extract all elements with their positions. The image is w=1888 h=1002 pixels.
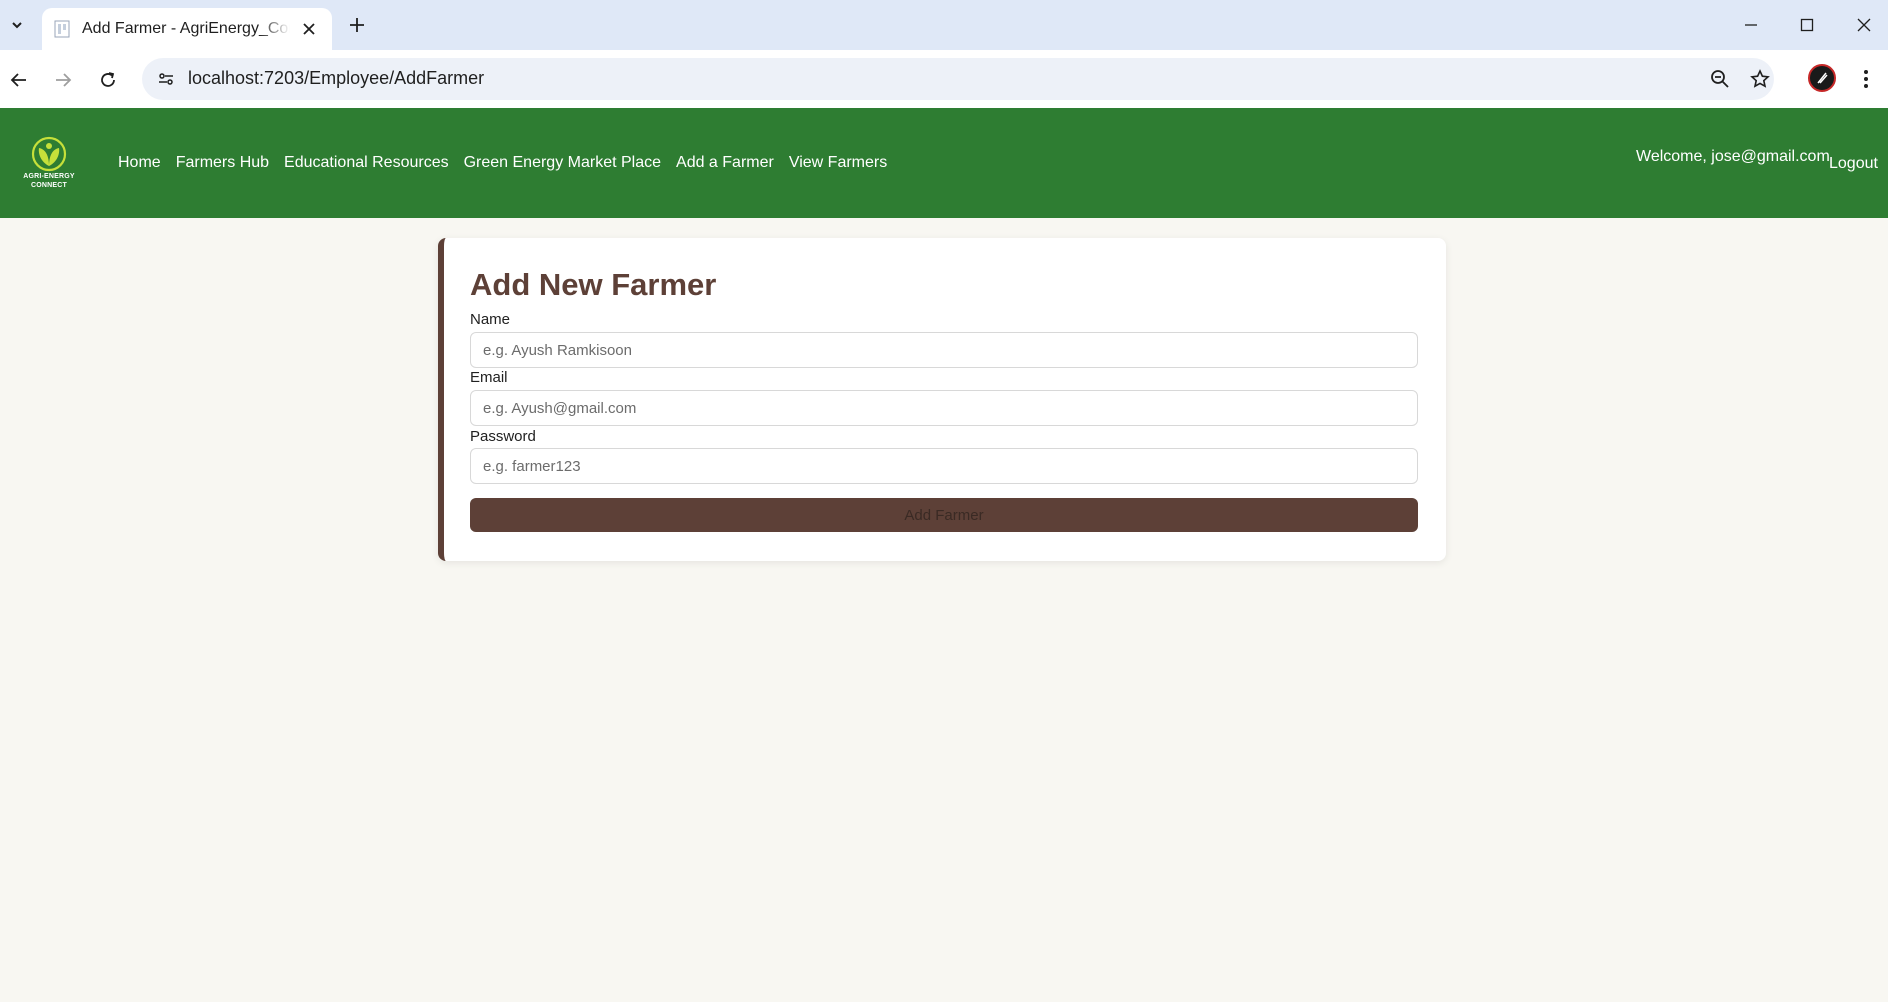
logout-link[interactable]: Logout [1829,155,1878,173]
url-text: localhost:7203/Employee/AddFarmer [188,68,485,88]
bookmark-star-icon[interactable] [1748,67,1772,91]
site-header: AGRI-ENERGY CONNECT Home Farmers Hub Edu… [0,108,1888,218]
browser-menu-icon[interactable] [1854,64,1878,94]
add-farmer-button[interactable]: Add Farmer [470,498,1418,532]
nav-educational-resources[interactable]: Educational Resources [284,154,449,172]
new-tab-plus-icon[interactable] [344,12,370,38]
name-input[interactable] [470,332,1418,368]
browser-toolbar: localhost:7203/Employee/AddFarmer [0,50,1888,108]
add-farmer-card: Add New Farmer Name Email Password Add F… [438,238,1446,561]
browser-tab-active[interactable]: Add Farmer - AgriEnergy_Connect [42,8,332,50]
welcome-message: Welcome, jose@gmail.com [1636,148,1830,165]
tab-title: Add Farmer - AgriEnergy_Connect [82,20,290,37]
page-title: Add New Farmer [470,267,717,302]
reload-icon[interactable] [92,64,124,96]
main-nav: Home Farmers Hub Educational Resources G… [118,154,887,172]
minimize-icon[interactable] [1736,10,1766,40]
tab-close-icon[interactable] [298,18,320,40]
leaf-logo-icon [31,136,67,172]
name-label: Name [470,311,511,328]
password-label: Password [470,428,536,445]
logo-text-bottom: CONNECT [30,182,67,189]
logo-text-top: AGRI-ENERGY [23,173,75,180]
browser-tab-bar: Add Farmer - AgriEnergy_Connect [0,0,1888,50]
back-arrow-icon[interactable] [3,64,35,96]
site-info-icon[interactable] [154,67,178,91]
nav-home[interactable]: Home [118,154,161,172]
window-close-icon[interactable] [1849,10,1879,40]
profile-avatar-icon[interactable] [1808,64,1836,92]
forward-arrow-icon[interactable] [47,64,79,96]
email-input[interactable] [470,390,1418,426]
email-label: Email [470,369,508,386]
nav-add-a-farmer[interactable]: Add a Farmer [676,154,774,172]
nav-view-farmers[interactable]: View Farmers [789,154,887,172]
maximize-icon[interactable] [1792,10,1822,40]
agri-energy-logo[interactable]: AGRI-ENERGY CONNECT [20,136,78,198]
page-favicon-icon [54,20,70,38]
password-input[interactable] [470,448,1418,484]
address-bar[interactable]: localhost:7203/Employee/AddFarmer [142,58,1774,100]
zoom-icon[interactable] [1708,67,1732,91]
tab-list-chevron-icon[interactable] [4,12,30,38]
nav-farmers-hub[interactable]: Farmers Hub [176,154,269,172]
nav-green-energy-market-place[interactable]: Green Energy Market Place [464,154,661,172]
